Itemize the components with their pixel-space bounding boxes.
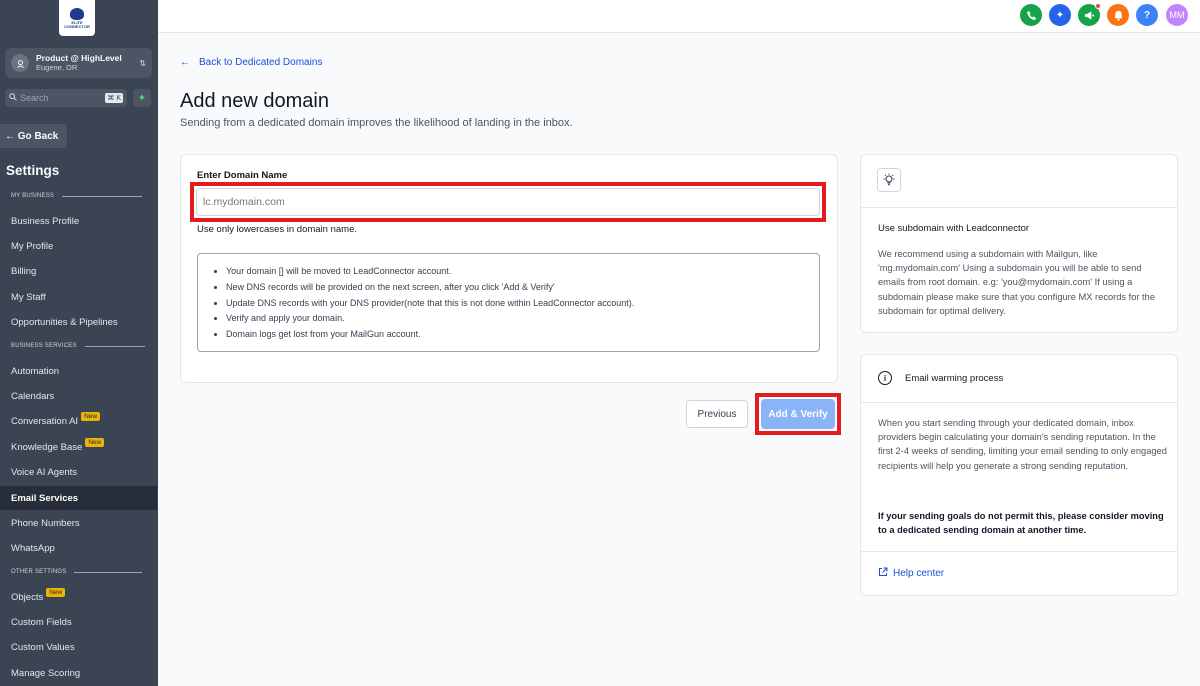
notification-dot: [1095, 3, 1101, 9]
page-subtitle: Sending from a dedicated domain improves…: [180, 117, 573, 129]
subdomain-card-text: We recommend using a subdomain with Mail…: [878, 249, 1155, 316]
bell-icon[interactable]: [1107, 4, 1129, 26]
sidebar: ELITE CONNECTOR Product @ HighLevel Euge…: [0, 0, 158, 686]
page-title: Add new domain: [180, 90, 329, 112]
info-item: Update DNS records with your DNS provide…: [226, 296, 819, 312]
domain-info-box: Your domain [] will be moved to LeadConn…: [197, 253, 820, 352]
help-icon[interactable]: ?: [1136, 4, 1158, 26]
sidebar-item-phone-numbers[interactable]: Phone Numbers: [0, 511, 157, 535]
account-switcher[interactable]: Product @ HighLevel Eugene, OR ⇅: [5, 48, 152, 78]
brand-logo[interactable]: ELITE CONNECTOR: [59, 0, 95, 36]
card-divider: [861, 207, 1177, 208]
help-center-link[interactable]: Help center: [878, 567, 944, 580]
back-link-label: Back to Dedicated Domains: [199, 57, 323, 68]
account-location: Eugene, OR: [36, 62, 78, 72]
info-item: Your domain [] will be moved to LeadConn…: [226, 264, 819, 280]
info-icon: i: [878, 371, 892, 385]
card-divider: [861, 402, 1177, 403]
logo-mark-icon: [70, 7, 84, 20]
phone-icon[interactable]: [1020, 4, 1042, 26]
info-item: Domain logs get lost from your MailGun a…: [226, 327, 819, 343]
sidebar-item-automation[interactable]: Automation: [0, 359, 157, 383]
settings-heading: Settings: [6, 163, 60, 178]
search-shortcut: ⌘ K: [105, 93, 123, 103]
sidebar-item-custom-fields[interactable]: Custom Fields: [0, 610, 157, 634]
location-icon: [11, 54, 29, 72]
info-item: New DNS records will be provided on the …: [226, 280, 819, 296]
go-back-button[interactable]: ← Go Back: [0, 124, 67, 148]
arrow-left-icon: ←: [5, 130, 15, 142]
domain-name-input[interactable]: [196, 188, 820, 216]
sidebar-item-business-profile[interactable]: Business Profile: [0, 209, 157, 233]
sidebar-item-conversation-ai[interactable]: Conversation AI New: [0, 409, 157, 433]
search-icon: [9, 93, 17, 103]
chevron-updown-icon: ⇅: [139, 58, 146, 68]
new-badge: New: [81, 411, 101, 421]
card-divider: [861, 551, 1177, 552]
section-business-services: BUSINESS SERVICES: [11, 343, 145, 349]
section-my-business: MY BUSINESS: [11, 193, 143, 199]
sidebar-item-voice-ai-agents[interactable]: Voice AI Agents: [0, 460, 157, 484]
sidebar-item-objects[interactable]: Objects New: [0, 585, 157, 609]
help-center-label: Help center: [893, 568, 945, 579]
sidebar-item-custom-values[interactable]: Custom Values: [0, 635, 157, 659]
new-badge: New: [46, 587, 66, 597]
previous-button[interactable]: Previous: [686, 400, 748, 428]
warming-card-title: Email warming process: [905, 373, 1004, 384]
sidebar-item-manage-scoring[interactable]: Manage Scoring: [0, 661, 157, 685]
sidebar-item-my-staff[interactable]: My Staff: [0, 285, 157, 309]
logo-text: ELITE CONNECTOR: [64, 19, 90, 29]
domain-field-label: Enter Domain Name: [197, 170, 288, 181]
domain-field-hint: Use only lowercases in domain name.: [197, 224, 357, 235]
sidebar-item-calendars[interactable]: Calendars: [0, 384, 157, 408]
new-badge: New: [85, 437, 105, 447]
go-back-label: Go Back: [17, 130, 59, 142]
sidebar-item-email-services[interactable]: Email Services: [0, 486, 157, 510]
section-other-settings: OTHER SETTINGS: [11, 569, 143, 575]
search-placeholder: Search: [20, 93, 49, 103]
user-avatar[interactable]: MM: [1166, 4, 1188, 26]
sparkle-icon[interactable]: ✦: [1049, 4, 1071, 26]
arrow-left-icon: ←: [180, 57, 190, 68]
info-item: Verify and apply your domain.: [226, 311, 819, 327]
ai-sparkle-icon[interactable]: ✦: [133, 89, 151, 107]
sidebar-item-knowledge-base[interactable]: Knowledge Base New: [0, 435, 157, 459]
sidebar-item-opportunities[interactable]: Opportunities & Pipelines: [0, 310, 157, 334]
sidebar-item-my-profile[interactable]: My Profile: [0, 234, 157, 258]
external-link-icon: [878, 567, 888, 580]
add-verify-button[interactable]: Add & Verify: [761, 399, 835, 429]
email-warming-card: [860, 354, 1178, 596]
subdomain-card-title: Use subdomain with Leadconnector: [878, 223, 1030, 234]
back-to-dedicated-domains-link[interactable]: ← Back to Dedicated Domains: [180, 57, 322, 68]
lightbulb-icon: [877, 168, 901, 192]
megaphone-icon[interactable]: [1078, 3, 1101, 26]
warming-card-note: If your sending goals do not permit this…: [878, 511, 1164, 536]
sidebar-item-billing[interactable]: Billing: [0, 259, 157, 283]
sidebar-item-whatsapp[interactable]: WhatsApp: [0, 536, 157, 560]
warming-card-text: When you start sending through your dedi…: [878, 418, 1167, 471]
sidebar-search[interactable]: Search ⌘ K: [5, 89, 127, 107]
top-bar: ✦ ? MM: [158, 0, 1200, 33]
